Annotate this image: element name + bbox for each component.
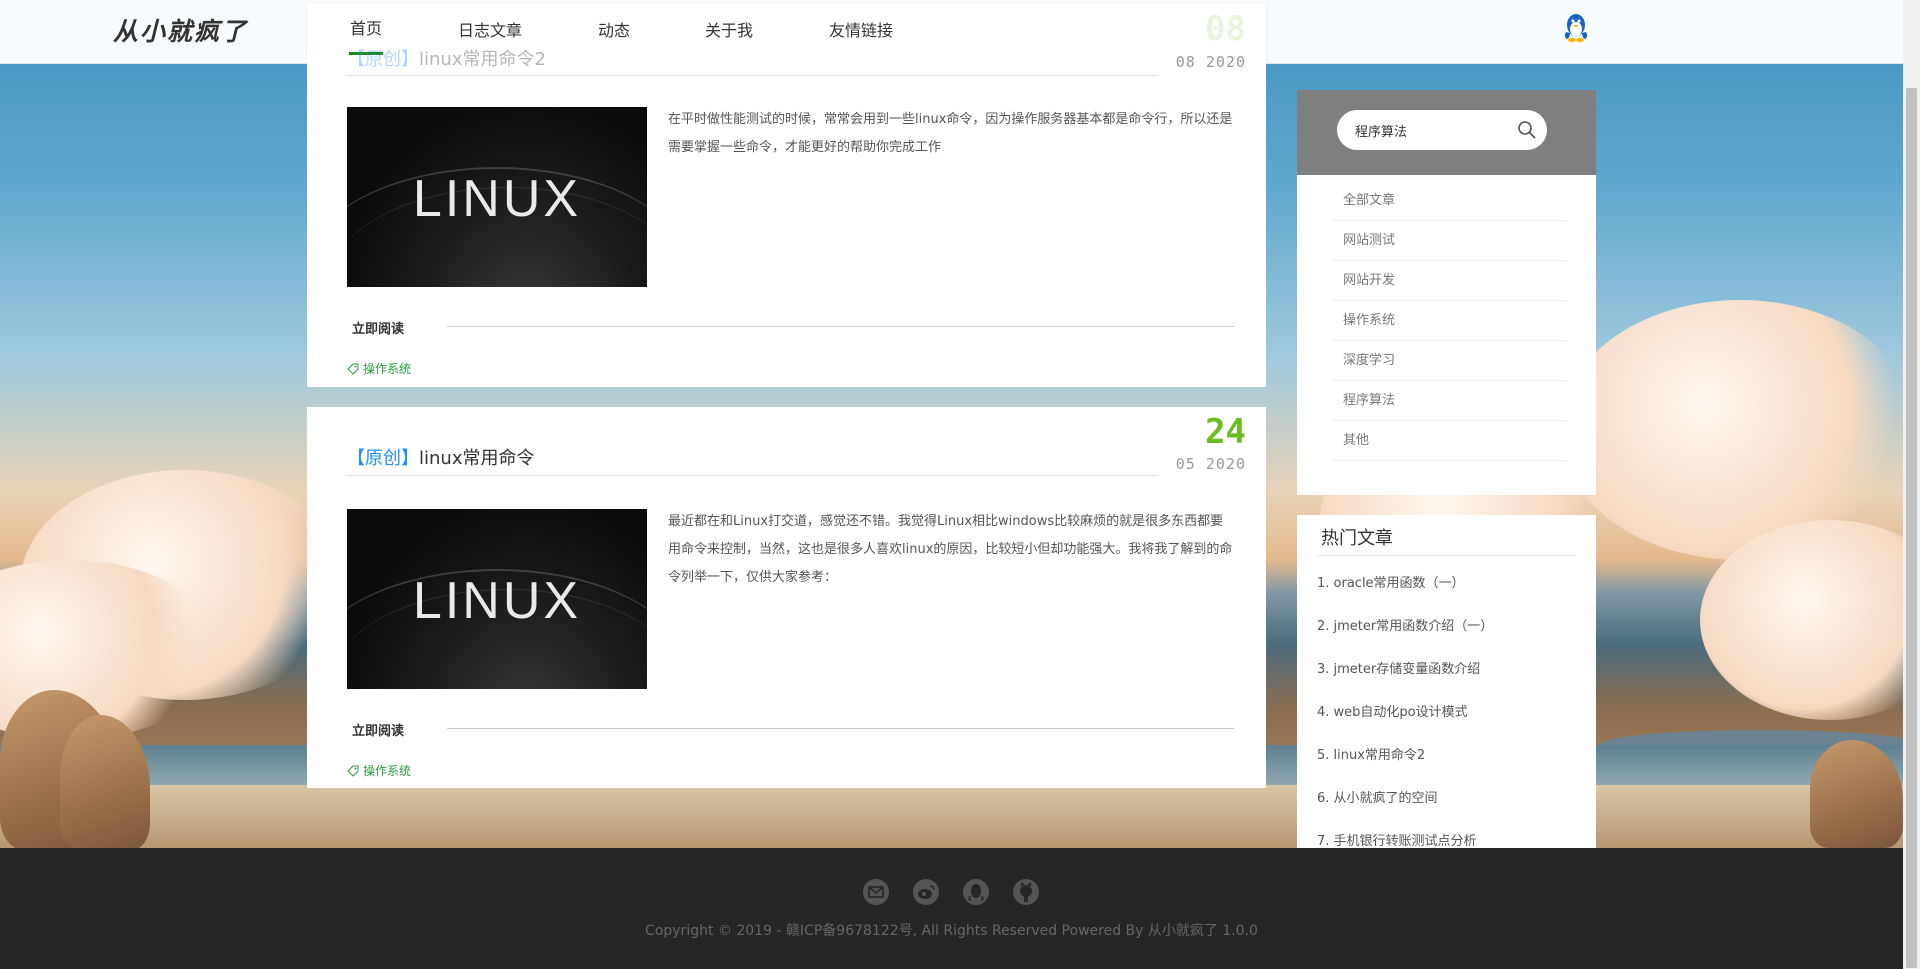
article-category-link[interactable]: 操作系统 [347, 762, 411, 779]
hot-article-item[interactable]: 6. 从小就疯了的空间 [1317, 787, 1438, 806]
title-divider [347, 475, 1157, 476]
page-scrollbar[interactable] [1903, 0, 1920, 969]
category-item-web-testing[interactable]: 网站测试 [1332, 221, 1566, 261]
rock [60, 715, 150, 848]
search-box [1337, 110, 1547, 150]
page-footer: Copyright © 2019 - 赣ICP备9678122号, All Ri… [0, 848, 1903, 969]
hot-article-item[interactable]: 7. 手机银行转账测试点分析 [1317, 830, 1477, 848]
category-sidebar: 全部文章 网站测试 网站开发 操作系统 深度学习 程序算法 其他 [1297, 90, 1596, 495]
site-logo[interactable]: 从小就疯了 [113, 12, 248, 48]
article-category-link[interactable]: 操作系统 [347, 360, 411, 377]
search-icon[interactable] [1517, 120, 1537, 140]
category-item-other[interactable]: 其他 [1332, 421, 1566, 461]
read-more-link[interactable]: 立即阅读 [352, 720, 404, 739]
article-tag: 【原创】 [347, 448, 419, 469]
category-item-os[interactable]: 操作系统 [1332, 301, 1566, 341]
article-title-text: linux常用命令 [419, 448, 535, 469]
article-thumbnail[interactable]: LINUX [347, 107, 647, 287]
read-more-divider [447, 326, 1234, 327]
github-icon[interactable] [1012, 878, 1040, 906]
article-date-day: 08 [1205, 9, 1246, 49]
article-title[interactable]: 【原创】linux常用命令 [347, 444, 534, 470]
category-item-web-dev[interactable]: 网站开发 [1332, 261, 1566, 301]
category-list: 全部文章 网站测试 网站开发 操作系统 深度学习 程序算法 其他 [1332, 181, 1566, 461]
tag-icon [347, 765, 359, 777]
hot-article-item[interactable]: 3. jmeter存储变量函数介绍 [1317, 658, 1480, 677]
tag-icon [347, 363, 359, 375]
hot-article-item[interactable]: 4. web自动化po设计模式 [1317, 701, 1468, 720]
weibo-icon[interactable] [912, 878, 940, 906]
article-excerpt: 最近都在和Linux打交道，感觉还不错。我觉得Linux相比windows比较麻… [668, 514, 1233, 585]
search-input[interactable] [1355, 120, 1515, 140]
hot-title-divider [1317, 555, 1575, 556]
search-panel [1297, 90, 1596, 175]
article-date-day: 24 [1205, 412, 1246, 452]
article-card: 24 【原创】linux常用命令 05 2020 LINUX 最近都在和Linu… [307, 407, 1266, 788]
category-item-all[interactable]: 全部文章 [1332, 181, 1566, 221]
article-date-month-year: 08 2020 [1175, 53, 1246, 71]
thumbnail-text: LINUX [412, 170, 582, 228]
article-date-month-year: 05 2020 [1175, 455, 1246, 473]
category-item-deep-learning[interactable]: 深度学习 [1332, 341, 1566, 381]
nav-moments[interactable]: 动态 [597, 4, 631, 58]
copyright-text: Copyright © 2019 - 赣ICP备9678122号, All Ri… [645, 923, 1258, 939]
qq-icon[interactable] [962, 878, 990, 906]
thumbnail-text: LINUX [412, 572, 582, 630]
article-thumbnail[interactable]: LINUX [347, 509, 647, 689]
hot-article-item[interactable]: 2. jmeter常用函数介绍（一） [1317, 615, 1493, 634]
article-category-label: 操作系统 [363, 362, 412, 376]
article-card: 08 【原创】linux常用命令2 08 2020 LINUX 在平时做性能测试… [307, 9, 1266, 387]
article-excerpt: 在平时做性能测试的时候，常常会用到一些linux命令，因为操作服务器基本都是命令… [668, 112, 1233, 155]
beach [0, 785, 1903, 848]
hot-articles-title: 热门文章 [1321, 528, 1393, 549]
article-title-text: linux常用命令2 [419, 49, 546, 70]
read-more-divider [447, 728, 1234, 729]
article-title[interactable]: 【原创】linux常用命令2 [347, 45, 546, 71]
read-more-link[interactable]: 立即阅读 [352, 318, 404, 337]
article-category-label: 操作系统 [363, 764, 412, 778]
scrollbar-thumb[interactable] [1906, 88, 1917, 968]
nav-about[interactable]: 关于我 [704, 4, 754, 58]
hot-article-item[interactable]: 1. oracle常用函数（一） [1317, 572, 1465, 591]
article-tag: 【原创】 [347, 49, 419, 70]
title-divider [347, 75, 1157, 76]
hot-articles-panel: 热门文章 1. oracle常用函数（一） 2. jmeter常用函数介绍（一）… [1297, 515, 1596, 848]
email-icon[interactable] [862, 878, 890, 906]
hot-article-item[interactable]: 5. linux常用命令2 [1317, 744, 1425, 763]
qq-penguin-icon[interactable] [1562, 12, 1590, 42]
nav-friend-links[interactable]: 友情链接 [828, 4, 894, 58]
category-item-algorithms[interactable]: 程序算法 [1332, 381, 1566, 421]
